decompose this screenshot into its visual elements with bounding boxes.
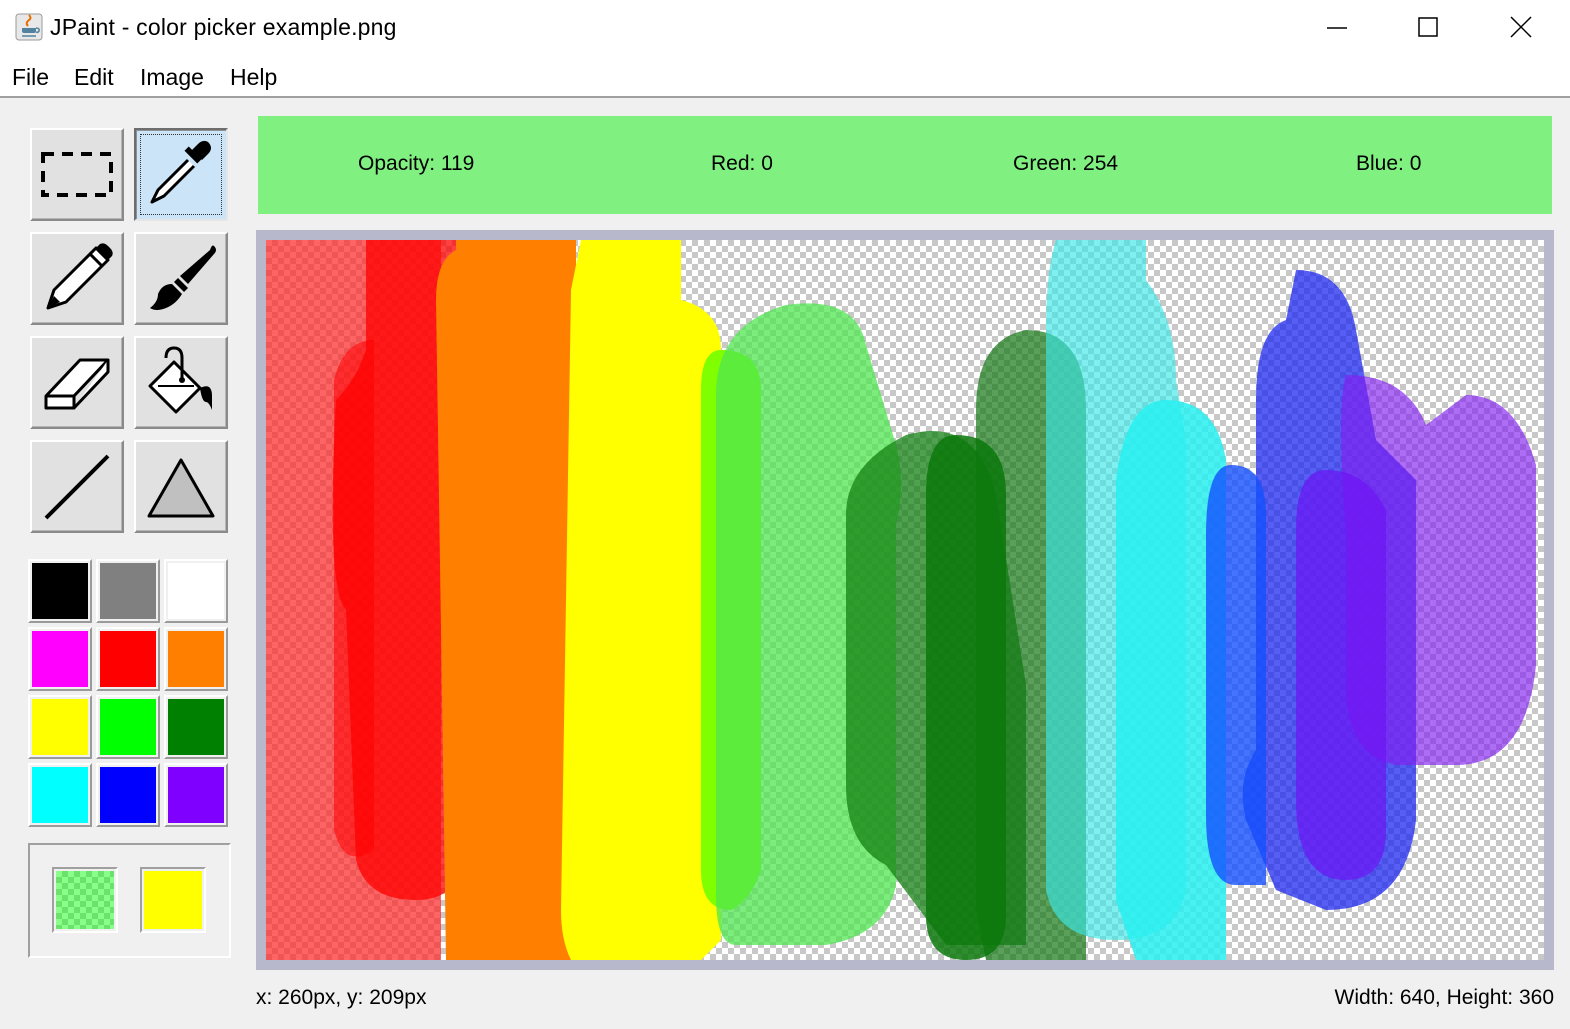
menu-help[interactable]: Help (230, 64, 277, 91)
palette-swatch[interactable] (28, 763, 92, 827)
palette-swatch[interactable] (28, 559, 92, 623)
palette-swatch[interactable] (96, 763, 160, 827)
tool-eraser-button[interactable] (30, 336, 124, 429)
line-icon (44, 454, 110, 520)
palette-swatch[interactable] (28, 627, 92, 691)
menu-edit[interactable]: Edit (74, 64, 114, 91)
java-app-icon (15, 13, 43, 41)
red-label: Red: 0 (711, 152, 773, 175)
image-size-status: Width: 640, Height: 360 (1334, 986, 1554, 1009)
palette-swatch[interactable] (96, 695, 160, 759)
palette-swatch[interactable] (164, 763, 228, 827)
paint-bucket-icon (148, 346, 212, 414)
eraser-icon (44, 358, 110, 410)
palette-swatch[interactable] (96, 627, 160, 691)
palette-swatch[interactable] (164, 627, 228, 691)
tool-color-picker-button[interactable] (134, 128, 228, 221)
menu-bar: File Edit Image Help (0, 58, 1570, 96)
secondary-color-swatch[interactable] (140, 867, 206, 933)
primary-color-swatch[interactable] (52, 867, 118, 933)
maximize-button[interactable] (1382, 0, 1474, 58)
tool-fill-button[interactable] (134, 336, 228, 429)
palette-swatch[interactable] (96, 559, 160, 623)
color-palette (28, 559, 231, 831)
close-button[interactable] (1474, 0, 1566, 58)
drawing-canvas[interactable] (266, 240, 1544, 960)
opacity-label: Opacity: 119 (358, 152, 475, 175)
tool-pencil-button[interactable] (30, 232, 124, 325)
close-icon (1510, 16, 1532, 38)
blue-label: Blue: 0 (1356, 152, 1422, 175)
palette-swatch[interactable] (164, 695, 228, 759)
palette-swatch[interactable] (28, 695, 92, 759)
window-title: JPaint - color picker example.png (50, 14, 397, 40)
tool-selection-button[interactable] (30, 128, 124, 221)
tool-shape-button[interactable] (134, 440, 228, 533)
menu-image[interactable]: Image (140, 64, 204, 91)
paintbrush-icon (150, 245, 216, 310)
canvas-frame (256, 230, 1554, 970)
dashed-rectangle-icon (41, 152, 113, 197)
tool-line-button[interactable] (30, 440, 124, 533)
green-label: Green: 254 (1013, 152, 1119, 175)
palette-swatch[interactable] (164, 559, 228, 623)
current-colors-panel (28, 843, 231, 958)
minimize-button[interactable] (1290, 0, 1382, 58)
cursor-position-status: x: 260px, y: 209px (256, 986, 427, 1009)
eyedropper-icon (150, 140, 211, 204)
maximize-icon (1418, 17, 1438, 37)
canvas-artwork (266, 240, 1536, 960)
pencil-icon (46, 243, 113, 310)
minimize-icon (1327, 27, 1347, 29)
title-bar: JPaint - color picker example.png (0, 0, 1570, 58)
menu-divider (0, 96, 1570, 98)
picked-color-info-panel: Opacity: 119 Red: 0 Green: 254 Blue: 0 (258, 116, 1552, 214)
menu-file[interactable]: File (12, 64, 49, 91)
triangle-icon (147, 458, 215, 518)
tool-brush-button[interactable] (134, 232, 228, 325)
